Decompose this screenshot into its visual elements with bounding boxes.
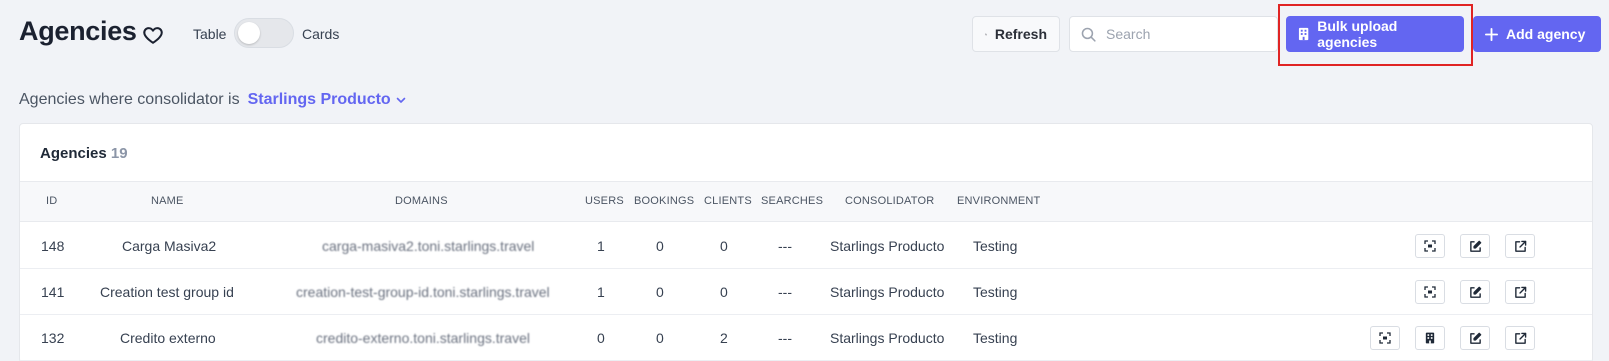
- cell-consolidator: Starlings Producto: [830, 330, 945, 346]
- filter-prefix: Agencies where consolidator is: [19, 91, 240, 108]
- plus-icon: [1485, 27, 1498, 41]
- open-external-button[interactable]: [1505, 280, 1535, 304]
- consolidator-value: Starlings Producto: [247, 91, 391, 108]
- consolidator-filter: Agencies where consolidator is Starlings…: [19, 91, 407, 109]
- edit-button[interactable]: [1460, 280, 1490, 304]
- card-title: Agencies 19: [40, 145, 128, 162]
- cell-domain[interactable]: carga-masiva2.toni.starlings.travel: [322, 238, 534, 254]
- heart-icon[interactable]: [142, 24, 164, 46]
- table-row[interactable]: 141 Creation test group id creation-test…: [20, 269, 1592, 315]
- highlight-box: [1278, 4, 1473, 66]
- cell-environment: Testing: [973, 238, 1018, 254]
- refresh-icon: [985, 33, 987, 35]
- scan-icon: [1424, 286, 1436, 298]
- agency-count: 19: [110, 145, 128, 162]
- agencies-card: Agencies 19 ID NAME DOMAINS USERS BOOKIN…: [19, 123, 1593, 361]
- edit-button[interactable]: [1460, 234, 1490, 258]
- cell-searches: ---: [778, 284, 792, 300]
- external-link-icon: [1514, 240, 1526, 252]
- column-header-clients[interactable]: CLIENTS: [704, 195, 752, 207]
- open-external-button[interactable]: [1505, 234, 1535, 258]
- cell-users: 0: [597, 330, 605, 346]
- refresh-button[interactable]: Refresh: [972, 16, 1060, 52]
- scan-button[interactable]: [1415, 234, 1445, 258]
- edit-icon: [1469, 332, 1481, 344]
- column-header-name[interactable]: NAME: [151, 195, 184, 207]
- card-title-text: Agencies: [40, 145, 107, 162]
- cell-id: 141: [41, 284, 65, 300]
- chevron-down-icon: [396, 97, 405, 103]
- edit-icon: [1469, 286, 1481, 298]
- cell-name: Credito externo: [120, 330, 216, 346]
- external-link-icon: [1514, 286, 1526, 298]
- table-row[interactable]: 132 Credito externo credito-externo.toni…: [20, 315, 1592, 361]
- edit-button[interactable]: [1460, 326, 1490, 350]
- scan-icon: [1379, 332, 1391, 344]
- external-link-icon: [1514, 332, 1526, 344]
- cell-id: 148: [41, 238, 65, 254]
- toggle-knob: [238, 22, 260, 44]
- scan-button[interactable]: [1415, 280, 1445, 304]
- view-toggle-switch[interactable]: [234, 18, 294, 48]
- search-input[interactable]: [1106, 26, 1266, 42]
- consolidator-dropdown[interactable]: Starlings Producto: [248, 91, 407, 109]
- cell-bookings: 0: [656, 284, 664, 300]
- column-header-id[interactable]: ID: [46, 195, 57, 207]
- cell-bookings: 0: [656, 330, 664, 346]
- cell-users: 1: [597, 284, 605, 300]
- edit-icon: [1469, 240, 1481, 252]
- search-icon: [1081, 27, 1096, 42]
- cell-users: 1: [597, 238, 605, 254]
- column-header-users[interactable]: USERS: [585, 195, 624, 207]
- cell-name: Creation test group id: [100, 284, 234, 300]
- cell-domain[interactable]: credito-externo.toni.starlings.travel: [316, 330, 530, 346]
- cell-environment: Testing: [973, 330, 1018, 346]
- column-header-domains[interactable]: DOMAINS: [395, 195, 448, 207]
- scan-icon: [1424, 240, 1436, 252]
- table-header: ID NAME DOMAINS USERS BOOKINGS CLIENTS S…: [20, 181, 1592, 222]
- cell-bookings: 0: [656, 238, 664, 254]
- column-header-environment[interactable]: ENVIRONMENT: [957, 195, 1040, 207]
- cell-environment: Testing: [973, 284, 1018, 300]
- table-row[interactable]: 148 Carga Masiva2 carga-masiva2.toni.sta…: [20, 223, 1592, 269]
- cell-clients: 2: [720, 330, 728, 346]
- cell-name: Carga Masiva2: [122, 238, 217, 254]
- cell-clients: 0: [720, 284, 728, 300]
- refresh-label: Refresh: [994, 26, 1047, 42]
- building-icon: [1425, 332, 1435, 344]
- page-title: Agencies: [19, 16, 137, 46]
- column-header-consolidator[interactable]: CONSOLIDATOR: [845, 195, 934, 207]
- add-agency-button[interactable]: Add agency: [1473, 16, 1601, 52]
- cell-domain[interactable]: creation-test-group-id.toni.starlings.tr…: [296, 284, 550, 300]
- open-external-button[interactable]: [1505, 326, 1535, 350]
- page-header: Agencies Table Cards Refresh Bulk upload…: [0, 0, 1609, 70]
- cell-searches: ---: [778, 330, 792, 346]
- add-agency-label: Add agency: [1506, 26, 1586, 42]
- column-header-searches[interactable]: SEARCHES: [761, 195, 823, 207]
- cell-consolidator: Starlings Producto: [830, 238, 945, 254]
- cell-searches: ---: [778, 238, 792, 254]
- cell-clients: 0: [720, 238, 728, 254]
- column-header-bookings[interactable]: BOOKINGS: [634, 195, 694, 207]
- scan-button[interactable]: [1370, 326, 1400, 350]
- bulk-agency-button[interactable]: [1415, 326, 1445, 350]
- cell-consolidator: Starlings Producto: [830, 284, 945, 300]
- view-toggle-cards-label: Cards: [302, 26, 340, 42]
- view-toggle-table-label: Table: [193, 26, 227, 42]
- cell-id: 132: [41, 330, 65, 346]
- search-box[interactable]: [1069, 16, 1278, 52]
